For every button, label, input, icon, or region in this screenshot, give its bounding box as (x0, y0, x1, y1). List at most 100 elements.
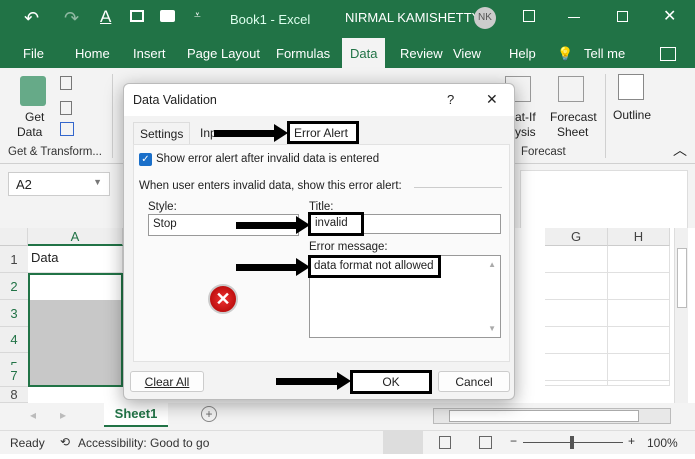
what-if-button[interactable]: at-If (515, 110, 536, 124)
status-ready: Ready (10, 436, 45, 450)
ok-button[interactable]: OK (350, 370, 432, 394)
sheet-tab-sheet1[interactable]: Sheet1 (104, 403, 168, 427)
horizontal-scrollbar[interactable] (433, 408, 671, 424)
tab-error-alert[interactable]: Error Alert (287, 121, 359, 144)
zoom-level[interactable]: 100% (647, 436, 678, 450)
group-forecast: Forecast (521, 146, 566, 158)
tab-data[interactable]: Data (342, 38, 386, 68)
avatar[interactable]: NK (474, 7, 496, 29)
get-data-label[interactable]: Data (17, 125, 42, 139)
lightbulb-icon: 💡 (557, 46, 574, 61)
page-layout-view-icon[interactable] (439, 436, 451, 449)
vertical-scrollbar[interactable] (674, 228, 688, 403)
scroll-down-icon[interactable]: ▼ (488, 324, 496, 333)
formula-input[interactable] (520, 170, 688, 232)
stop-error-icon: ✕ (208, 284, 238, 314)
undo-icon[interactable]: ↶ (24, 8, 39, 29)
outline-icon (618, 74, 644, 100)
customize-qat-icon[interactable]: ⩡ (194, 8, 201, 23)
close-icon[interactable]: ✕ (663, 6, 676, 26)
arrow-annotation (236, 258, 310, 276)
accessibility-status[interactable]: Accessibility: Good to go (78, 436, 209, 450)
error-message-value[interactable]: data format not allowed (308, 255, 441, 278)
from-web-icon[interactable] (60, 101, 72, 115)
table-icon[interactable] (130, 10, 144, 22)
scroll-up-icon[interactable]: ▲ (488, 260, 496, 269)
row-header[interactable]: 2 (0, 273, 28, 300)
clear-all-button[interactable]: Clear All (130, 371, 204, 392)
help-button[interactable]: ? (447, 92, 454, 107)
tab-page-layout[interactable]: Page Layout (187, 46, 260, 61)
tell-me-search[interactable]: Tell me (584, 46, 625, 61)
prev-sheet-icon[interactable]: ◂ (30, 408, 36, 422)
dialog-title: Data Validation (133, 93, 217, 107)
database-icon (20, 76, 46, 106)
comments-icon[interactable] (660, 47, 676, 61)
select-all[interactable] (0, 228, 28, 246)
row-header[interactable]: 8 (0, 387, 28, 403)
style-select-value: Stop (153, 218, 177, 230)
arrow-annotation (236, 216, 310, 234)
forecast-sheet-label[interactable]: Sheet (557, 125, 588, 139)
selected-range-a2-a7[interactable] (28, 273, 123, 387)
ribbon-tabs: File Home Insert Page Layout Formulas Da… (0, 38, 695, 68)
name-box[interactable]: A2 ▼ (8, 172, 110, 196)
forecast-sheet-button[interactable]: Forecast (550, 110, 597, 124)
section-label: When user enters invalid data, show this… (139, 180, 402, 192)
row-header[interactable]: 1 (0, 246, 28, 273)
forecast-sheet-icon (558, 76, 584, 102)
column-header-h[interactable]: H (608, 228, 670, 246)
from-table-icon[interactable] (60, 122, 74, 136)
from-text-icon[interactable] (60, 76, 72, 90)
cells-h[interactable] (608, 246, 670, 386)
page-break-view-icon[interactable] (479, 436, 492, 449)
collapse-ribbon-icon[interactable]: ︿ (673, 140, 687, 160)
user-name: NIRMAL KAMISHETTY (345, 10, 481, 25)
tab-formulas[interactable]: Formulas (276, 46, 330, 61)
cells-g[interactable] (545, 246, 608, 386)
redo-icon[interactable]: ↷ (64, 8, 79, 29)
get-data-button[interactable]: Get (25, 110, 44, 124)
tab-review[interactable]: Review (400, 46, 443, 61)
zoom-slider-thumb[interactable] (570, 436, 574, 449)
ribbon-display-icon[interactable] (523, 10, 535, 22)
zoom-out-icon[interactable]: − (510, 434, 517, 448)
column-header-a[interactable]: A (28, 228, 123, 246)
cell-a1[interactable]: Data (28, 246, 123, 273)
error-message-label: Error message: (309, 241, 388, 253)
tab-settings[interactable]: Settings (133, 122, 191, 145)
what-if-label[interactable]: ysis (515, 125, 536, 139)
row-header[interactable]: 7 (0, 365, 28, 387)
outline-button[interactable]: Outline (613, 108, 651, 122)
cancel-button[interactable]: Cancel (438, 371, 510, 392)
minimize-icon[interactable] (568, 17, 580, 18)
show-error-checkbox[interactable]: ✓ (139, 153, 152, 166)
tab-file[interactable]: File (23, 46, 44, 61)
name-box-value: A2 (16, 177, 32, 192)
title-bar: ↶ ↷ A ⩡ Book1 - Excel NIRMAL KAMISHETTY … (0, 0, 695, 38)
style-label: Style: (148, 201, 177, 213)
arrow-annotation (214, 124, 288, 142)
row-header[interactable]: 3 (0, 300, 28, 327)
zoom-in-icon[interactable]: + (628, 434, 635, 448)
chevron-down-icon[interactable]: ▼ (93, 177, 102, 187)
row-header[interactable]: 4 (0, 327, 28, 353)
add-sheet-icon[interactable]: + (201, 406, 217, 422)
dialog-close-button[interactable]: ✕ (486, 91, 498, 108)
title-input-value[interactable]: invalid (308, 212, 364, 236)
next-sheet-icon[interactable]: ▸ (60, 408, 66, 422)
accessibility-icon: ⟲ (60, 435, 71, 449)
open-folder-icon[interactable] (160, 10, 175, 22)
tab-help[interactable]: Help (509, 46, 536, 61)
font-color-icon[interactable]: A (100, 7, 111, 27)
tab-view[interactable]: View (453, 46, 481, 61)
tab-home[interactable]: Home (75, 46, 110, 61)
column-header-g[interactable]: G (545, 228, 608, 246)
maximize-icon[interactable] (617, 11, 628, 22)
data-validation-dialog: Data Validation ? ✕ Settings Inp Error A… (123, 83, 515, 400)
document-title: Book1 - Excel (230, 12, 311, 27)
divider (414, 187, 502, 188)
normal-view-icon[interactable] (383, 431, 423, 454)
show-error-label[interactable]: Show error alert after invalid data is e… (156, 153, 379, 165)
tab-insert[interactable]: Insert (133, 46, 166, 61)
